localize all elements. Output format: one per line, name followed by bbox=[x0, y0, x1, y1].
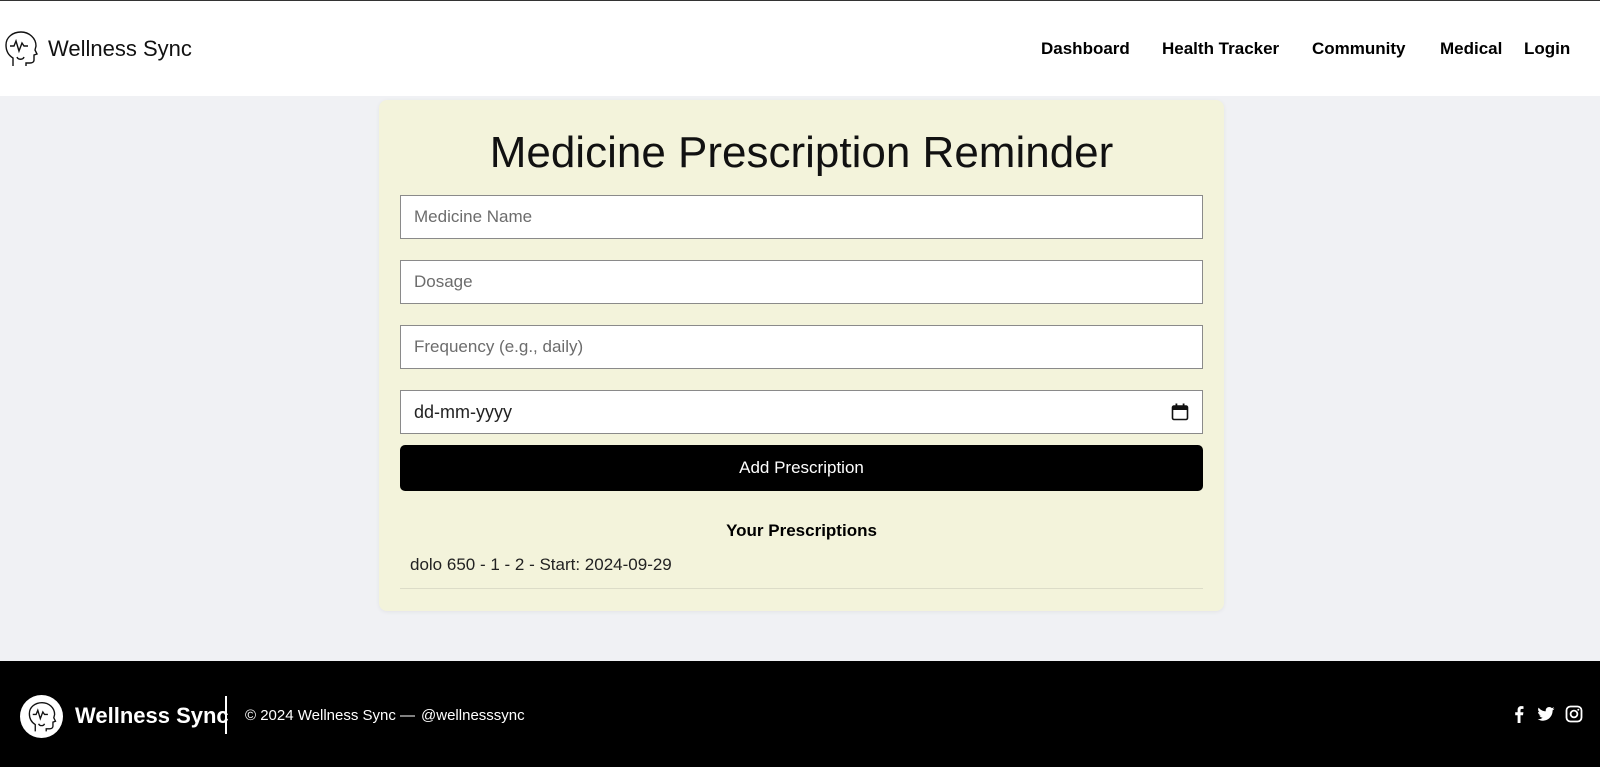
twitter-icon[interactable] bbox=[1537, 705, 1555, 723]
nav-login[interactable]: Login bbox=[1524, 39, 1570, 59]
dosage-input[interactable] bbox=[414, 272, 1189, 292]
prescription-card: Medicine Prescription Reminder dd-mm-yyy… bbox=[379, 100, 1224, 611]
instagram-icon[interactable] bbox=[1565, 705, 1583, 723]
prescription-list-item: dolo 650 - 1 - 2 - Start: 2024-09-29 bbox=[400, 544, 1203, 589]
main-nav: Dashboard Health Tracker Community Medic… bbox=[0, 39, 1600, 63]
footer: Wellness Sync © 2024 Wellness Sync — @wel… bbox=[0, 661, 1600, 767]
head-heartbeat-icon bbox=[28, 701, 56, 731]
footer-divider bbox=[225, 696, 227, 734]
nav-health-tracker[interactable]: Health Tracker bbox=[1162, 39, 1279, 59]
nav-community[interactable]: Community bbox=[1312, 39, 1406, 59]
start-date-value: dd-mm-yyyy bbox=[414, 401, 512, 422]
nav-medical[interactable]: Medical bbox=[1440, 39, 1502, 59]
medicine-name-field[interactable] bbox=[400, 195, 1203, 239]
frequency-field[interactable] bbox=[400, 325, 1203, 369]
frequency-input[interactable] bbox=[414, 337, 1189, 357]
top-navbar: Wellness Sync Dashboard Health Tracker C… bbox=[0, 0, 1600, 96]
copyright-text: © 2024 Wellness Sync — bbox=[245, 707, 416, 724]
footer-brand-name: Wellness Sync bbox=[75, 703, 229, 728]
medicine-name-input[interactable] bbox=[414, 207, 1189, 227]
add-prescription-button[interactable]: Add Prescription bbox=[400, 445, 1203, 491]
dosage-field[interactable] bbox=[400, 260, 1203, 304]
page-title: Medicine Prescription Reminder bbox=[489, 128, 1114, 177]
footer-handle-link[interactable]: @wellnesssync bbox=[421, 707, 525, 724]
start-date-field[interactable]: dd-mm-yyyy bbox=[400, 390, 1203, 434]
prescriptions-heading: Your Prescriptions bbox=[726, 521, 877, 540]
calendar-icon[interactable] bbox=[1171, 403, 1189, 421]
footer-logo[interactable] bbox=[20, 695, 63, 738]
footer-copyright: © 2024 Wellness Sync — @wellnesssync bbox=[245, 707, 525, 724]
nav-dashboard[interactable]: Dashboard bbox=[1041, 39, 1130, 59]
facebook-icon[interactable] bbox=[1510, 705, 1528, 723]
